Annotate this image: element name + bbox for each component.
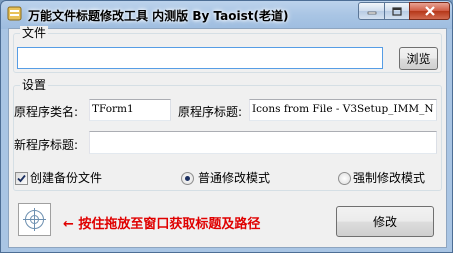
- file-group-title: 文件: [20, 26, 49, 40]
- mode-force-label[interactable]: 强制修改模式: [353, 171, 425, 185]
- close-button[interactable]: [409, 2, 450, 20]
- settings-group: 设置 原程序类名: TForm1 原程序标题: Icons from File …: [13, 78, 442, 191]
- mode-force-radio[interactable]: [338, 172, 351, 185]
- app-icon: [7, 6, 22, 21]
- mode-normal-radio[interactable]: [181, 172, 194, 185]
- file-path-input[interactable]: [17, 47, 383, 69]
- backup-label[interactable]: 创建备份文件: [30, 171, 102, 185]
- crosshair-icon: [23, 208, 46, 231]
- drag-hint-text: ← 按住拖放至窗口获取标题及路径: [63, 217, 261, 232]
- checkmark-icon: [17, 174, 26, 183]
- mode-normal-label[interactable]: 普通修改模式: [198, 171, 270, 185]
- minimize-icon: [367, 11, 376, 15]
- browse-button[interactable]: 浏览: [399, 47, 438, 70]
- class-name-label: 原程序类名:: [14, 105, 79, 119]
- maximize-icon: [392, 6, 402, 16]
- window-title: 万能文件标题修改工具 内测版 By Taoist(老道): [28, 9, 289, 23]
- orig-title-input[interactable]: Icons from File - V3Setup_IMM_N: [249, 99, 437, 121]
- client-area: 文件 浏览 设置 原程序类名: TForm1 原程序标题: Icons from…: [8, 26, 447, 248]
- backup-checkbox[interactable]: [15, 172, 28, 185]
- app-window: 万能文件标题修改工具 内测版 By Taoist(老道) 文件 浏览 设置 原程…: [0, 0, 453, 253]
- title-bar[interactable]: 万能文件标题修改工具 内测版 By Taoist(老道): [1, 1, 452, 28]
- close-icon: [424, 6, 435, 16]
- orig-title-label: 原程序标题:: [178, 105, 243, 119]
- new-title-label: 新程序标题:: [14, 138, 79, 152]
- maximize-button[interactable]: [384, 2, 410, 20]
- browse-button-label: 浏览: [406, 52, 431, 66]
- modify-button-label: 修改: [372, 215, 397, 229]
- radio-selected-dot: [185, 176, 190, 181]
- settings-group-title: 设置: [20, 78, 49, 92]
- class-name-input[interactable]: TForm1: [89, 99, 171, 121]
- modify-button[interactable]: 修改: [336, 206, 434, 237]
- new-title-input[interactable]: [89, 131, 437, 154]
- file-group: 文件 浏览: [13, 26, 442, 73]
- minimize-button[interactable]: [358, 2, 385, 20]
- drag-finder-target[interactable]: [18, 203, 51, 236]
